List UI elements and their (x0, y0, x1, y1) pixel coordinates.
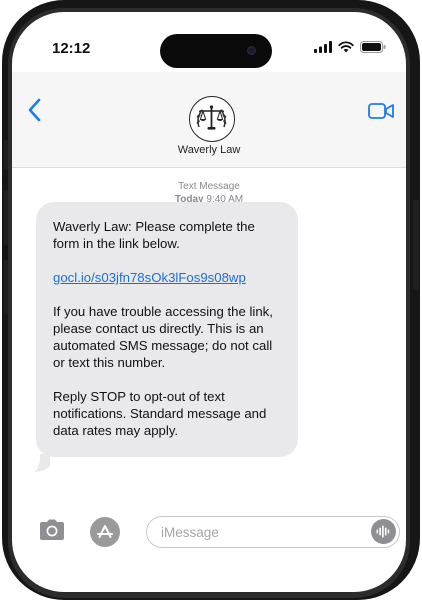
phone-screen: 12:12 Waverly Law Text Message Today 9:4… (12, 12, 406, 592)
message-text-help: If you have trouble accessing the link, … (53, 304, 273, 370)
status-time: 12:12 (52, 40, 91, 57)
message-text-optout: Reply STOP to opt-out of text notificati… (53, 389, 267, 438)
imessage-input[interactable]: iMessage (146, 516, 400, 548)
contact-name[interactable]: Waverly Law (12, 144, 406, 156)
apps-button[interactable] (90, 517, 120, 547)
message-type-label: Text Message (178, 181, 240, 192)
cellular-signal-icon (314, 41, 332, 53)
contact-avatar[interactable] (189, 96, 235, 142)
chevron-left-icon (28, 98, 41, 122)
dynamic-island (160, 34, 272, 68)
scales-of-justice-icon (196, 105, 227, 130)
app-store-icon (97, 525, 113, 538)
message-composer: iMessage (12, 507, 406, 567)
bubble-tail (34, 454, 50, 472)
video-camera-icon (368, 103, 394, 119)
message-link-paragraph: gocl.io/s03jfn78sOk3lFos9s08wp (53, 269, 284, 286)
imessage-placeholder: iMessage (161, 525, 219, 540)
battery-icon (360, 41, 386, 53)
waveform-icon (376, 525, 390, 538)
back-button[interactable] (28, 98, 42, 127)
camera-button[interactable] (38, 519, 66, 546)
video-call-button[interactable] (368, 102, 394, 125)
phone-side-button-power (413, 200, 419, 290)
camera-icon (40, 519, 64, 540)
wifi-icon (338, 41, 354, 53)
message-link[interactable]: gocl.io/s03jfn78sOk3lFos9s08wp (53, 270, 246, 285)
front-camera (247, 46, 256, 55)
incoming-message-bubble[interactable]: Waverly Law: Please complete the form in… (36, 202, 298, 457)
status-icons (314, 41, 386, 53)
voice-message-button[interactable] (371, 519, 396, 544)
message-text-intro: Waverly Law: Please complete the form in… (53, 219, 255, 251)
conversation-header: Waverly Law (12, 72, 406, 168)
